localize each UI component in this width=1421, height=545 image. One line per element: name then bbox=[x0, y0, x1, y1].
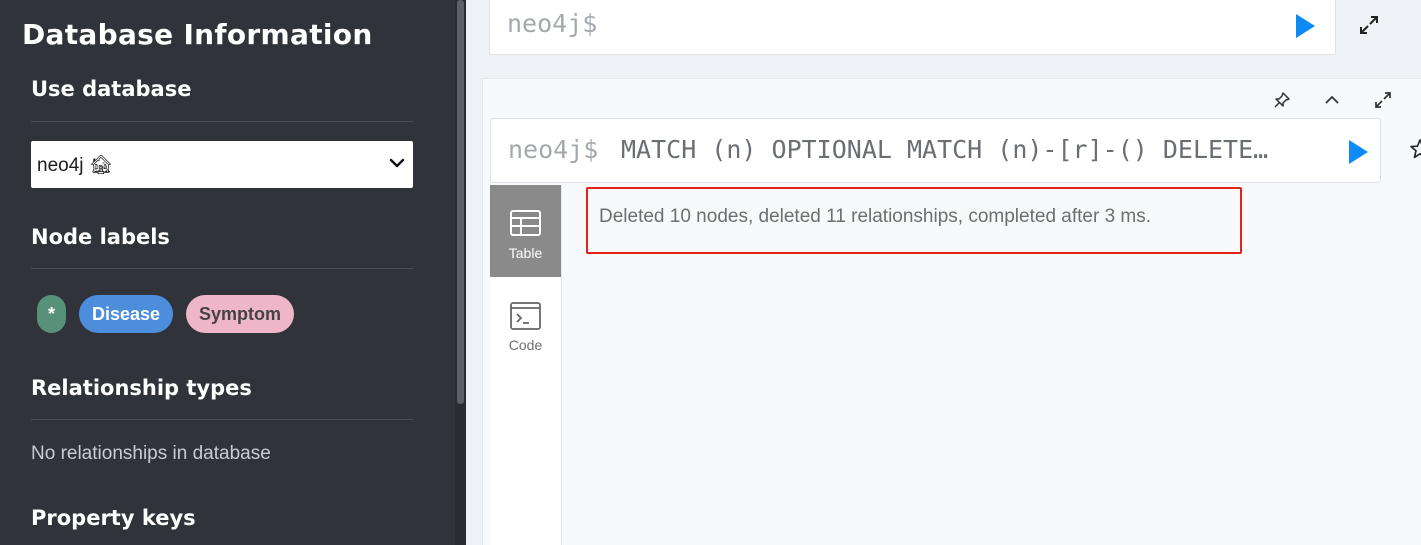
pin-icon[interactable] bbox=[1273, 91, 1291, 109]
sidebar-title: Database Information bbox=[22, 18, 373, 51]
tab-code[interactable]: Code bbox=[490, 277, 561, 369]
table-icon bbox=[510, 210, 541, 236]
tab-table[interactable]: Table bbox=[490, 185, 561, 277]
divider bbox=[31, 121, 413, 122]
divider bbox=[31, 419, 413, 420]
use-database-heading: Use database bbox=[31, 77, 192, 101]
favorite-star-icon[interactable] bbox=[1409, 138, 1421, 160]
node-label-all[interactable]: * bbox=[37, 295, 66, 333]
result-message: Deleted 10 nodes, deleted 11 relationshi… bbox=[599, 206, 1152, 227]
main-stream: neo4j$ neo4j$ MATCH (n) OPTIONAL MATCH (… bbox=[466, 0, 1421, 545]
expand-icon[interactable] bbox=[1359, 15, 1379, 35]
relationship-types-heading: Relationship types bbox=[31, 376, 252, 400]
fullscreen-icon[interactable] bbox=[1374, 91, 1392, 109]
frame-editor-prompt: neo4j$ bbox=[508, 135, 599, 164]
node-label-symptom[interactable]: Symptom bbox=[186, 295, 294, 333]
play-icon[interactable] bbox=[1294, 13, 1316, 39]
tab-code-label: Code bbox=[508, 337, 543, 353]
property-keys-heading: Property keys bbox=[31, 506, 196, 530]
database-select[interactable]: neo4j 🏚 bbox=[31, 141, 413, 188]
database-info-sidebar: Database Information Use database neo4j … bbox=[0, 0, 455, 545]
sidebar-scrollbar-thumb[interactable] bbox=[457, 0, 464, 404]
database-select-value: neo4j 🏚 bbox=[37, 155, 113, 176]
frame-query-text: MATCH (n) OPTIONAL MATCH (n)-[r]-() DELE… bbox=[621, 135, 1269, 164]
editor-prompt: neo4j$ bbox=[507, 9, 598, 38]
collapse-icon[interactable] bbox=[1323, 91, 1341, 109]
node-labels-heading: Node labels bbox=[31, 225, 170, 249]
play-icon[interactable] bbox=[1347, 139, 1369, 165]
result-frame: neo4j$ MATCH (n) OPTIONAL MATCH (n)-[r]-… bbox=[482, 78, 1421, 545]
result-message-box: Deleted 10 nodes, deleted 11 relationshi… bbox=[586, 187, 1242, 254]
query-editor[interactable]: neo4j$ bbox=[489, 0, 1336, 55]
chevron-down-icon bbox=[389, 158, 405, 168]
view-tabs: Table Code bbox=[490, 185, 562, 545]
tab-table-label: Table bbox=[508, 245, 543, 261]
frame-query-editor[interactable]: neo4j$ MATCH (n) OPTIONAL MATCH (n)-[r]-… bbox=[490, 118, 1381, 183]
divider bbox=[31, 268, 413, 269]
no-relationships-text: No relationships in database bbox=[31, 443, 271, 464]
code-icon bbox=[510, 302, 541, 330]
node-label-disease[interactable]: Disease bbox=[79, 295, 173, 333]
